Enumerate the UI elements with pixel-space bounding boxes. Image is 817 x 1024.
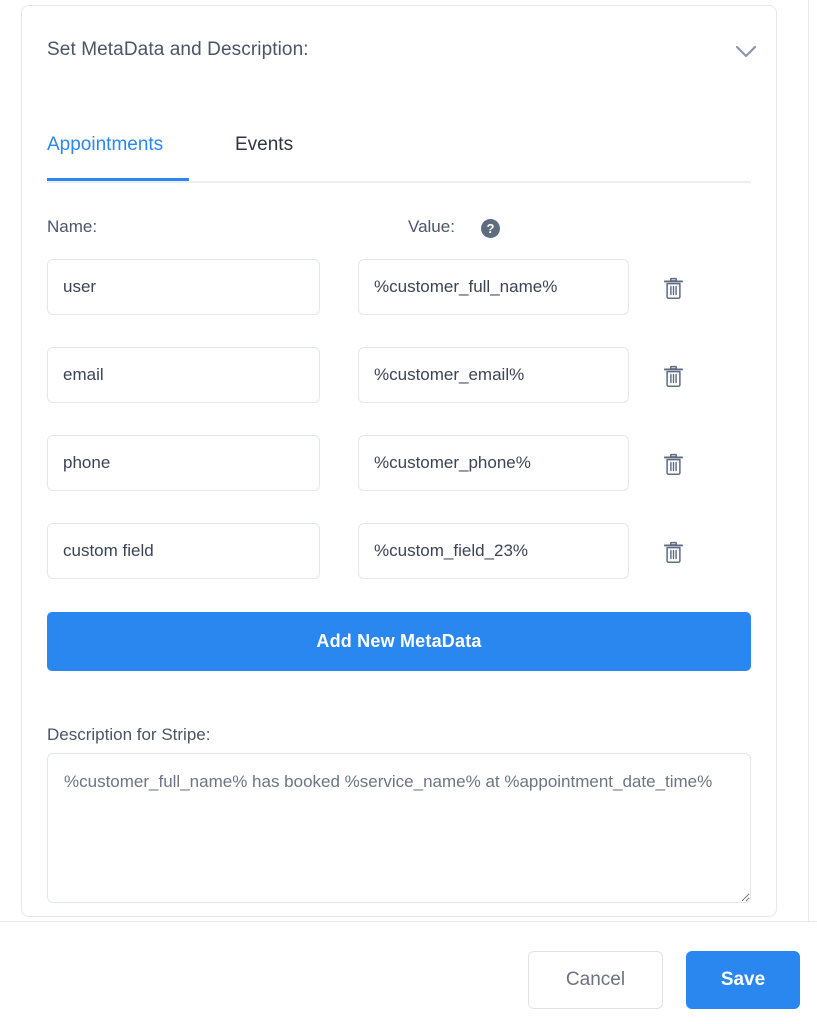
table-row xyxy=(47,523,751,611)
trash-icon[interactable] xyxy=(657,272,689,304)
trash-icon[interactable] xyxy=(657,536,689,568)
question-mark-icon[interactable]: ? xyxy=(481,219,500,238)
tab-events[interactable]: Events xyxy=(229,128,299,181)
cancel-button[interactable]: Cancel xyxy=(528,951,663,1009)
metadata-value-input[interactable] xyxy=(358,523,629,579)
chevron-down-icon[interactable] xyxy=(730,38,762,66)
panel-title: Set MetaData and Description: xyxy=(47,39,309,60)
trash-icon[interactable] xyxy=(657,448,689,480)
table-row xyxy=(47,347,751,435)
card-header: Set MetaData and Description: xyxy=(22,6,776,98)
column-header-row: Name: Value: ? xyxy=(47,217,751,243)
metadata-value-input[interactable] xyxy=(358,347,629,403)
tab-bar: Appointments Events xyxy=(47,128,751,183)
metadata-name-input[interactable] xyxy=(47,523,320,579)
stripe-metadata-dialog: Set MetaData and Description: Appointmen… xyxy=(0,0,817,1024)
column-header-value: Value: xyxy=(408,217,455,236)
tab-appointments[interactable]: Appointments xyxy=(47,128,189,181)
description-label: Description for Stripe: xyxy=(47,725,211,744)
save-button[interactable]: Save xyxy=(686,951,800,1009)
metadata-name-input[interactable] xyxy=(47,435,320,491)
table-row xyxy=(47,435,751,523)
dialog-footer: Cancel Save xyxy=(0,922,817,1024)
metadata-value-input[interactable] xyxy=(358,259,629,315)
add-new-metadata-button[interactable]: Add New MetaData xyxy=(47,612,751,671)
trash-icon[interactable] xyxy=(657,360,689,392)
column-header-name: Name: xyxy=(47,217,98,236)
description-textarea[interactable]: %customer_full_name% has booked %service… xyxy=(47,753,751,903)
metadata-name-input[interactable] xyxy=(47,347,320,403)
table-row xyxy=(47,259,751,347)
metadata-rows-list xyxy=(47,259,751,611)
modal-right-edge xyxy=(808,0,809,922)
metadata-value-input[interactable] xyxy=(358,435,629,491)
metadata-settings-card: Set MetaData and Description: Appointmen… xyxy=(21,5,777,917)
metadata-name-input[interactable] xyxy=(47,259,320,315)
